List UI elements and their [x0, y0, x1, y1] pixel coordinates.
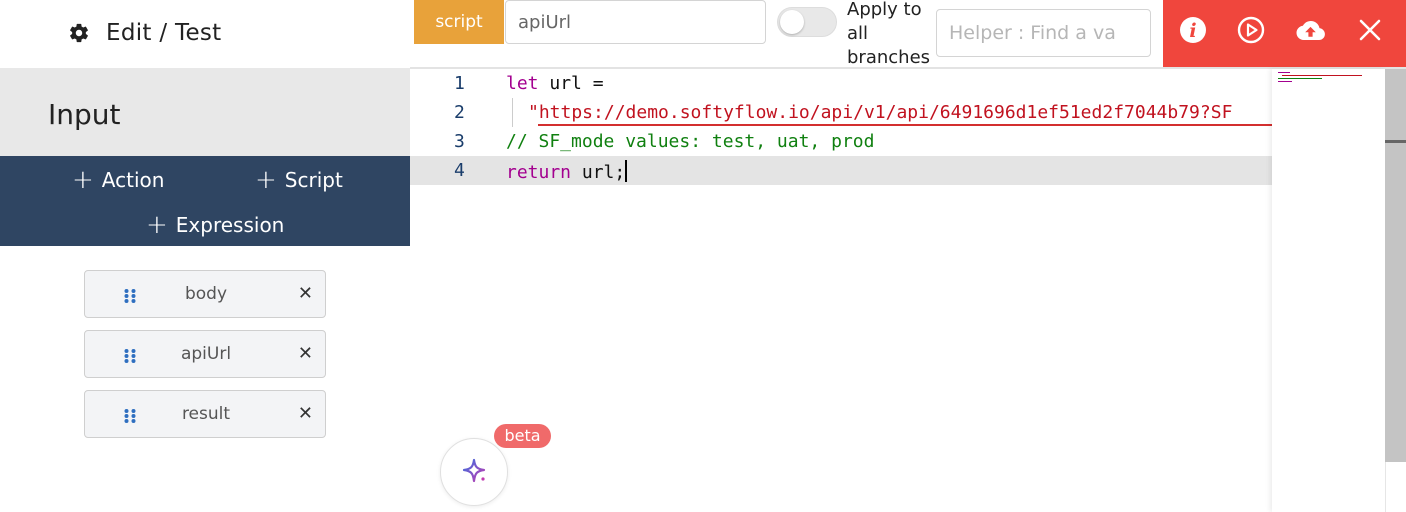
code-token: return — [506, 162, 572, 183]
sparkle-icon — [462, 458, 486, 483]
line-number: 4 — [454, 160, 465, 181]
add-toolbar: + Action + Script + Expression — [0, 156, 410, 246]
code-token: "https://demo.softyflow.io/api/v1/api/64… — [528, 102, 1233, 123]
input-item[interactable]: body ✕ — [84, 270, 326, 318]
plus-icon: + — [72, 165, 94, 195]
input-panel-title: Input — [48, 98, 121, 131]
type-tag: script — [414, 0, 504, 44]
code-token: url = — [538, 73, 604, 94]
scrollbar-thumb[interactable] — [1385, 69, 1406, 462]
code-token: // SF_mode values: test, uat, prod — [506, 131, 875, 152]
scrollbar-cursor-marker — [1385, 140, 1406, 143]
action-bar: i — [1163, 0, 1406, 68]
indent-guide — [512, 98, 513, 127]
line-number: 3 — [454, 131, 465, 152]
remove-icon[interactable]: ✕ — [298, 283, 313, 304]
error-squiggle — [538, 124, 1278, 126]
beta-badge: beta — [494, 424, 551, 448]
header: Edit / Test — [0, 0, 410, 67]
play-icon[interactable] — [1235, 14, 1267, 46]
info-icon[interactable]: i — [1177, 14, 1209, 46]
code-text: let url = — [506, 73, 604, 94]
gear-icon[interactable] — [68, 22, 90, 44]
svg-text:i: i — [1189, 20, 1196, 42]
apply-all-branches-toggle[interactable] — [777, 7, 837, 37]
text-cursor — [625, 160, 628, 182]
add-script-button[interactable]: + Script — [255, 165, 343, 195]
code-text: // SF_mode values: test, uat, prod — [506, 131, 874, 152]
page-title: Edit / Test — [106, 20, 222, 46]
code-text: return url; — [506, 160, 628, 183]
code-token: url; — [571, 162, 626, 183]
remove-icon[interactable]: ✕ — [298, 403, 313, 424]
minimap-line — [1278, 78, 1322, 79]
name-input[interactable]: apiUrl — [505, 0, 766, 44]
minimap[interactable] — [1272, 69, 1385, 512]
line-number: 2 — [454, 102, 465, 123]
add-expression-button[interactable]: + Expression — [146, 210, 285, 240]
add-action-label: Action — [101, 168, 165, 192]
code-token: let — [506, 73, 539, 94]
add-script-label: Script — [284, 168, 343, 192]
cloud-upload-icon[interactable] — [1294, 14, 1326, 46]
code-line: 3 // SF_mode values: test, uat, prod — [410, 127, 1272, 156]
minimap-line — [1282, 75, 1362, 76]
code-line: 2 "https://demo.softyflow.io/api/v1/api/… — [410, 98, 1278, 127]
minimap-line — [1278, 81, 1292, 82]
apply-all-branches-label: Apply to all branches — [847, 0, 931, 68]
plus-icon: + — [255, 165, 277, 195]
add-expression-label: Expression — [175, 213, 285, 237]
ai-assistant-button[interactable] — [440, 438, 508, 506]
code-text: "https://demo.softyflow.io/api/v1/api/64… — [528, 102, 1232, 123]
input-item-label: apiUrl — [180, 344, 232, 364]
code-line: 1 let url = — [410, 69, 1272, 98]
input-item[interactable]: result ✕ — [84, 390, 326, 438]
add-action-button[interactable]: + Action — [72, 165, 165, 195]
helper-search-input[interactable] — [936, 9, 1151, 57]
remove-icon[interactable]: ✕ — [298, 343, 313, 364]
code-line-active: 4 return url; — [410, 156, 1272, 185]
line-number: 1 — [454, 73, 465, 94]
input-panel-header: Input — [0, 68, 410, 156]
input-item[interactable]: apiUrl ✕ — [84, 330, 326, 378]
minimap-line — [1278, 72, 1290, 73]
toggle-knob — [780, 10, 804, 34]
plus-icon: + — [146, 210, 168, 240]
input-item-label: body — [184, 284, 228, 304]
editor-window: Edit / Test script apiUrl Apply to all b… — [0, 0, 1406, 512]
input-item-label: result — [181, 404, 231, 424]
close-icon[interactable] — [1354, 14, 1386, 46]
